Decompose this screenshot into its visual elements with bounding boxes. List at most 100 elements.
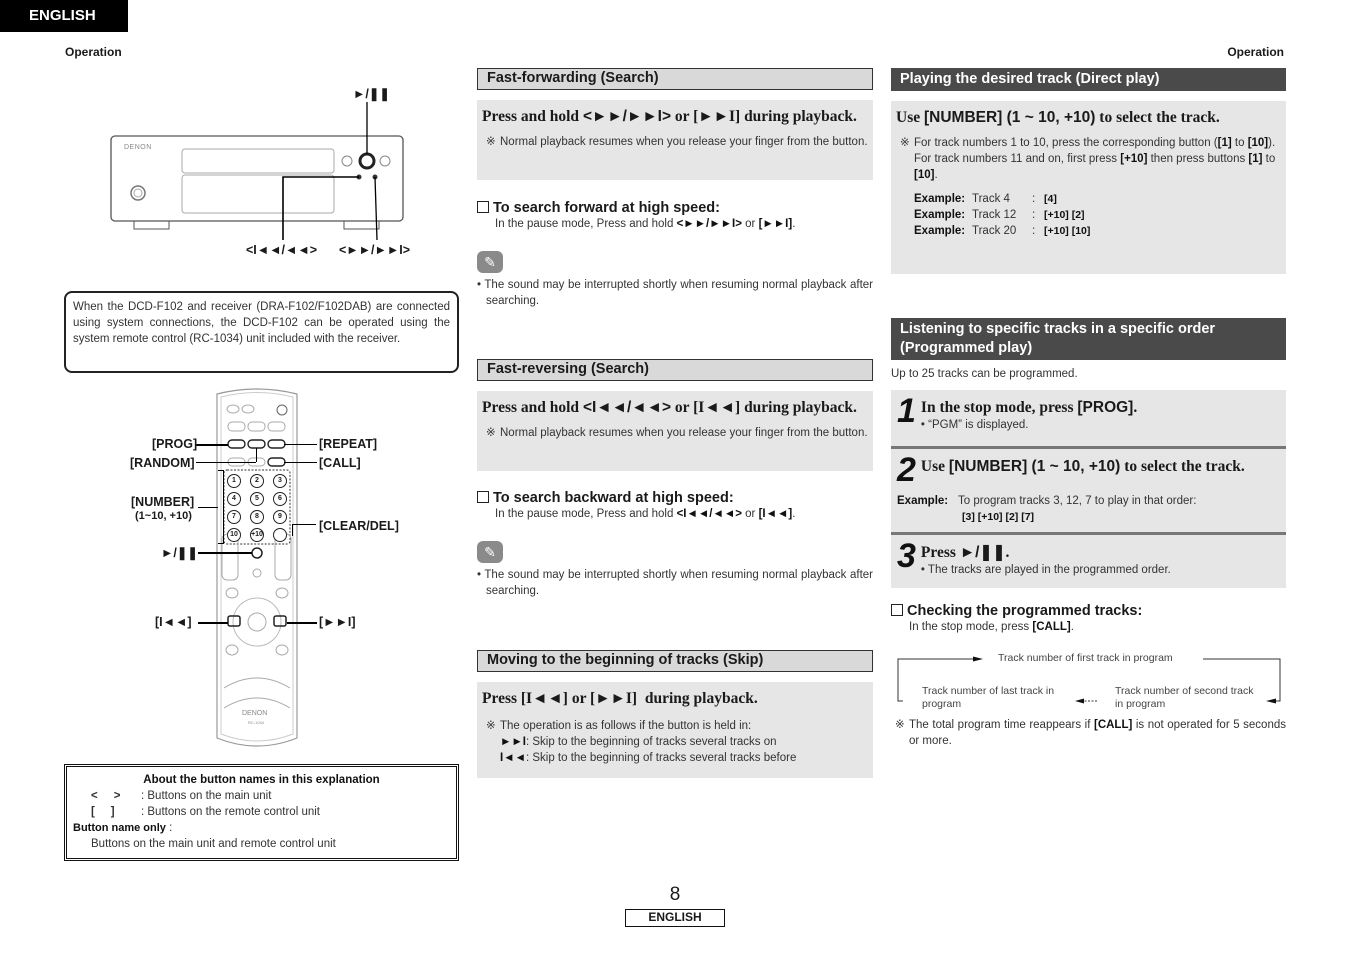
step-1: 1 In the stop mode, press [PROG]. • “PGM… xyxy=(891,390,1286,446)
step-sub: • “PGM” is displayed. xyxy=(920,419,1029,431)
step-2: 2 Use [NUMBER] (1 ~ 10, +10) to select t… xyxy=(891,446,1286,532)
note: ※ Normal playback resumes when you releas… xyxy=(486,427,868,439)
about-box-title: About the button names in this explanati… xyxy=(143,774,380,786)
example-track: Track 20 xyxy=(972,225,1017,237)
leader-line-prog xyxy=(196,444,228,446)
instruction-box: Use [NUMBER] (1 ~ 10, +10) to select the… xyxy=(891,101,1286,274)
about-desc: : Buttons on the remote control unit xyxy=(141,806,320,818)
subheading-body: In the stop mode, press [CALL]. xyxy=(909,621,1074,633)
leader-line-number xyxy=(198,507,218,508)
step-example: Example: To program tracks 3, 12, 7 to pl… xyxy=(897,495,1197,523)
leader-line-random-v xyxy=(256,448,257,462)
section-heading: Playing the desired track (Direct play) xyxy=(891,68,1286,91)
callout-repeat: [REPEAT] xyxy=(319,437,378,451)
callout-clear-del: [CLEAR/DEL] xyxy=(319,519,399,533)
callout-prev-rewind: <I◄◄/◄◄> xyxy=(246,243,318,257)
checkbox-icon xyxy=(477,491,489,503)
example-list: Example: Track 4: [4] Example: Track 12: [+10… xyxy=(896,191,1281,239)
language-tab: ENGLISH xyxy=(0,0,128,32)
callout-prog: [PROG] xyxy=(152,437,198,451)
leader-line-clear xyxy=(292,524,316,536)
step-number: 1 xyxy=(897,392,916,430)
cycle-last-track: Track number of last track in program xyxy=(922,685,1055,710)
remote-model: RC-1034 xyxy=(248,720,265,725)
footer-language-tag: ENGLISH xyxy=(625,909,725,927)
programmed-intro: Up to 25 tracks can be programmed. xyxy=(891,368,1078,380)
example-row: Example: Track 4: [4] xyxy=(914,193,1057,205)
subheading-body: In the pause mode, Press and hold <I◄◄/◄… xyxy=(495,508,796,520)
pencil-icon: ✎ xyxy=(477,251,503,273)
leader-line-call xyxy=(284,462,317,463)
running-head-left: Operation xyxy=(65,45,122,59)
instruction: Press and hold <►►/►►I> or [►►I] during … xyxy=(482,108,857,125)
callout-skip-fwd: [►►I] xyxy=(319,615,356,629)
section-heading: Fast-forwarding (Search) xyxy=(477,68,873,90)
step-number: 3 xyxy=(897,537,916,575)
example-keys: [4] xyxy=(1044,193,1057,205)
callout-remote-play-pause: ►/❚❚ xyxy=(161,546,198,560)
example-label: Example: xyxy=(914,209,966,221)
step-title: Press ►/❚❚. xyxy=(920,544,1010,561)
instruction: Press [I◄◄] or [►►I] during playback. xyxy=(482,690,758,707)
callout-play-pause: ►/❚❚ xyxy=(353,87,390,101)
about-symbol: < > xyxy=(91,790,121,802)
pencil-icon: ✎ xyxy=(477,541,503,563)
remote-number-key: 3 xyxy=(273,474,287,488)
section-heading: Moving to the beginning of tracks (Skip) xyxy=(477,650,873,672)
about-only-label: Button name only xyxy=(73,822,166,834)
call-cycle-diagram: Track number of first track in program T… xyxy=(891,647,1286,710)
about-symbol: [ ] xyxy=(91,806,115,818)
note: ※ For track numbers 1 to 10, press the co… xyxy=(900,137,1276,149)
callout-call: [CALL] xyxy=(319,456,361,470)
about-row-remote: [ ] : Buttons on the remote control unit xyxy=(73,804,450,820)
step-title: Use [NUMBER] (1 ~ 10, +10) to select the… xyxy=(920,458,1245,475)
example-keys: [+10] [10] xyxy=(1044,225,1091,237)
example-track: Track 12 xyxy=(972,209,1017,221)
remote-number-key: 10 xyxy=(227,528,241,542)
about-only-desc: Buttons on the main unit and remote cont… xyxy=(91,838,336,850)
bracket-number xyxy=(218,470,224,544)
callout-number-range: (1~10, +10) xyxy=(135,510,192,522)
instruction-box: Press and hold <►►/►►I> or [►►I] during … xyxy=(477,100,873,180)
section-heading: Fast-reversing (Search) xyxy=(477,359,873,381)
about-desc: : Buttons on the main unit xyxy=(141,790,272,802)
call-note: ※ The total program time reappears if [CA… xyxy=(895,719,1286,747)
checkbox-icon xyxy=(477,201,489,213)
remote-number-key: 4 xyxy=(227,492,241,506)
example-row: Example: Track 12: [+10] [2] xyxy=(914,209,1085,221)
note: ※ The operation is as follows if the butt… xyxy=(486,720,752,732)
step-title: In the stop mode, press [PROG]. xyxy=(920,399,1138,416)
example-keys: [+10] [2] xyxy=(1044,209,1085,221)
remote-number-key: +10 xyxy=(250,528,264,542)
leader-line-skip-back xyxy=(198,622,228,624)
callout-ffwd-next: <►►/►►I> xyxy=(339,243,411,257)
remote-clear-key xyxy=(273,528,287,542)
example-track: Track 4 xyxy=(972,193,1010,205)
note: ※ Normal playback resumes when you releas… xyxy=(486,136,868,148)
note-skip-back: I◄◄: Skip to the beginning of tracks sev… xyxy=(500,752,797,764)
remote-control-figure: 1 2 3 4 5 6 7 8 9 10 +10 DENON RC-1034 xyxy=(214,388,300,750)
about-only-colon: : xyxy=(165,822,173,834)
leader-line-play xyxy=(198,552,252,554)
cd-player-illustration xyxy=(110,102,404,241)
about-row-main: < > : Buttons on the main unit xyxy=(73,788,450,804)
callout-number: [NUMBER] xyxy=(131,495,195,509)
callout-skip-back: [I◄◄] xyxy=(155,615,192,629)
subheading: To search backward at high speed: xyxy=(477,489,873,507)
remote-number-key: 8 xyxy=(250,510,264,524)
tip-note: • The sound may be interrupted shortly w… xyxy=(477,279,874,307)
section-heading: Listening to specific tracks in a specif… xyxy=(891,318,1286,360)
remote-number-key: 9 xyxy=(273,510,287,524)
leader-line-random xyxy=(196,462,256,463)
section-fast-reverse: Fast-reversing (Search) Press and hold <… xyxy=(477,359,873,599)
subheading: Checking the programmed tracks: xyxy=(891,602,1286,620)
instruction: Use [NUMBER] (1 ~ 10, +10) to select the… xyxy=(896,109,1220,126)
section-direct-play: Playing the desired track (Direct play) … xyxy=(891,68,1286,274)
tip-note: • The sound may be interrupted shortly w… xyxy=(477,569,874,597)
checkbox-icon xyxy=(891,604,903,616)
main-unit-figure: DENON xyxy=(60,80,460,270)
remote-brand: DENON xyxy=(242,710,268,717)
step-3: 3 Press ►/❚❚. • The tracks are played in… xyxy=(891,532,1286,588)
section-programmed-play: Listening to specific tracks in a specif… xyxy=(891,318,1286,749)
note-continued: For track numbers 11 and on, first press… xyxy=(914,153,1276,181)
